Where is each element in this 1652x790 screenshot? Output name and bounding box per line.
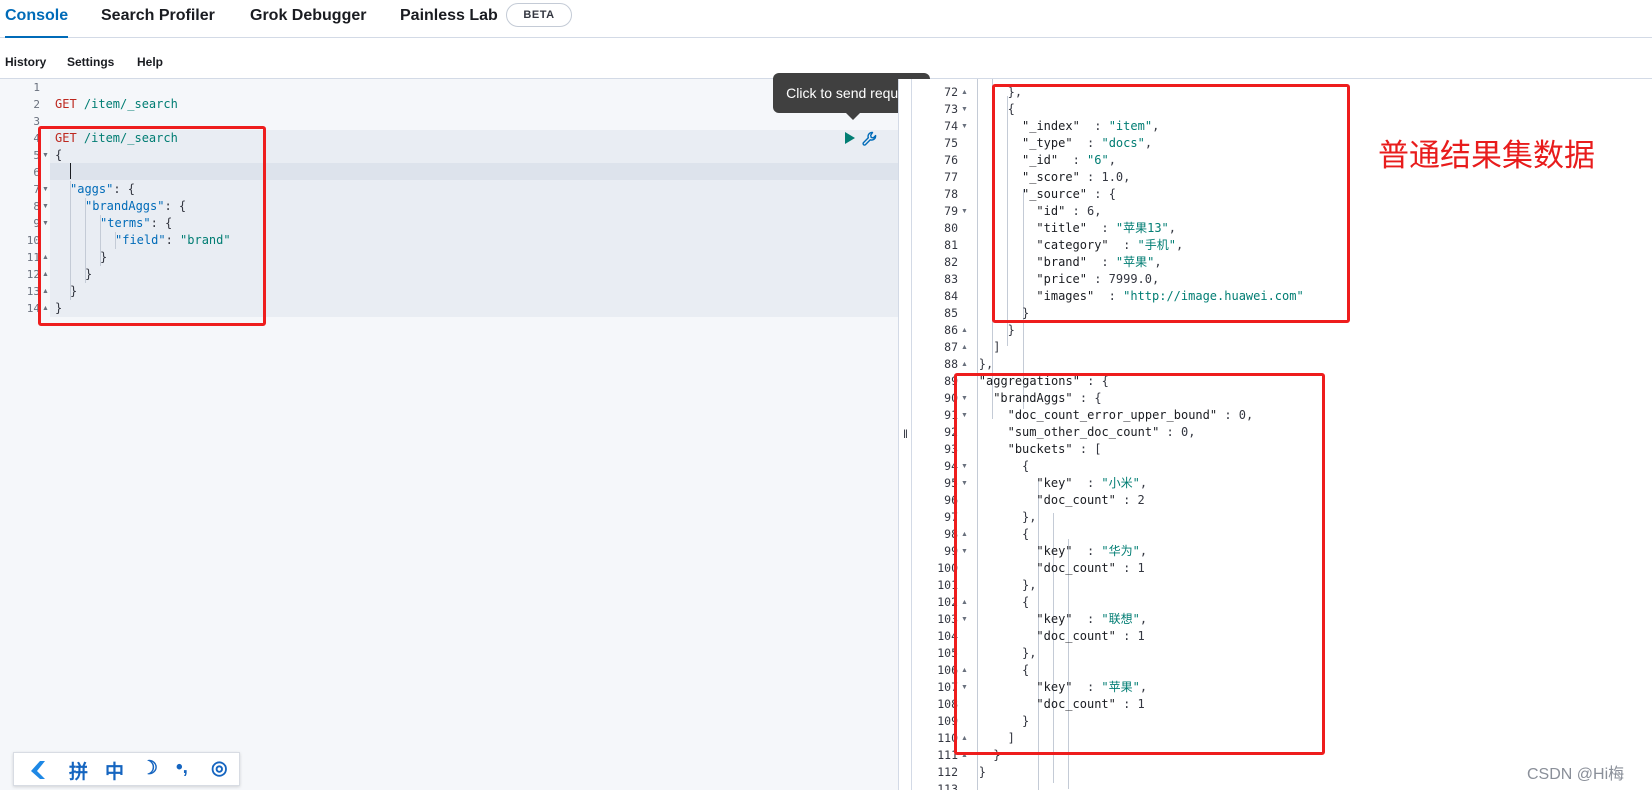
fold-open-icon[interactable]: ▼	[961, 203, 968, 220]
output-line-number: 83	[944, 272, 958, 286]
line-number: 7	[33, 183, 40, 196]
tab-console[interactable]: Console	[5, 7, 69, 38]
line-number: 11	[26, 251, 40, 264]
line-number: 4	[33, 132, 40, 145]
output-line-number: 73	[944, 102, 958, 116]
line-number: 14	[26, 302, 40, 315]
output-line-number: 89	[944, 374, 958, 388]
ime-toolbar: 拼 中 ☽ •, ◎	[13, 752, 240, 786]
ime-moon-icon[interactable]: ☽	[141, 757, 158, 780]
line-number: 6	[33, 166, 40, 179]
output-line-number: 86	[944, 323, 958, 337]
output-line-number: 98	[944, 527, 958, 541]
help-link[interactable]: Help	[137, 55, 163, 69]
line-number: 5	[33, 149, 40, 162]
output-line-number: 85	[944, 306, 958, 320]
output-line-number: 109	[937, 714, 958, 728]
line-number: 13	[26, 285, 40, 298]
line-number: 10	[26, 234, 40, 247]
output-line-number: 111	[937, 748, 958, 762]
output-line-number: 77	[944, 170, 958, 184]
output-line-number: 78	[944, 187, 958, 201]
output-line-number: 108	[937, 697, 958, 711]
ime-logo-icon[interactable]	[28, 760, 48, 780]
output-line-number: 105	[937, 646, 958, 660]
watermark: CSDN @Hi梅	[1527, 766, 1625, 783]
fold-open-icon[interactable]: ▼	[961, 118, 968, 135]
output-code-line: },	[978, 357, 994, 371]
history-link[interactable]: History	[5, 55, 46, 69]
output-line-number: 103	[937, 612, 958, 626]
line-number: 3	[33, 115, 40, 128]
output-line-number: 88	[944, 357, 958, 371]
output-line-number: 97	[944, 510, 958, 524]
code-line: GET /item/_search	[55, 96, 178, 113]
output-line-number: 113	[937, 782, 958, 790]
request-highlight-box	[38, 126, 266, 326]
aggregations-highlight-box	[954, 373, 1325, 755]
line-number: 9	[33, 217, 40, 230]
output-line-number: 74	[944, 119, 958, 133]
output-line-number: 79	[944, 204, 958, 218]
output-code-line: }	[1007, 323, 1015, 337]
play-icon[interactable]	[842, 131, 856, 145]
line-number: 12	[26, 268, 40, 281]
line-number: 8	[33, 200, 40, 213]
output-line-number: 76	[944, 153, 958, 167]
output-line-number: 107	[937, 680, 958, 694]
tab-grok-debugger[interactable]: Grok Debugger	[250, 7, 366, 31]
http-method: GET	[55, 97, 77, 111]
output-line-number: 104	[937, 629, 958, 643]
output-line-number: 82	[944, 255, 958, 269]
output-line-number: 95	[944, 476, 958, 490]
beta-badge: BETA	[506, 3, 572, 27]
output-line-number: 81	[944, 238, 958, 252]
output-line-number: 99	[944, 544, 958, 558]
fold-close-icon[interactable]: ▲	[961, 339, 968, 356]
output-line-number: 91	[944, 408, 958, 422]
output-line-number: 106	[937, 663, 958, 677]
tab-search-profiler[interactable]: Search Profiler	[101, 7, 215, 31]
output-line-number: 84	[944, 289, 958, 303]
fold-close-icon[interactable]: ▲	[961, 322, 968, 339]
line-number: 2	[33, 98, 40, 111]
output-line-number: 90	[944, 391, 958, 405]
hits-highlight-box	[992, 84, 1350, 323]
output-line-number: 80	[944, 221, 958, 235]
output-line-number: 72	[944, 85, 958, 99]
output-code-line: ]	[993, 340, 1001, 354]
panel-resizer[interactable]: ‖	[898, 79, 912, 790]
fold-open-icon[interactable]: ▼	[961, 101, 968, 118]
line-number: 1	[33, 81, 40, 94]
output-line-number: 100	[937, 561, 958, 575]
ime-punct-icon[interactable]: •,	[176, 757, 188, 779]
output-line-number: 96	[944, 493, 958, 507]
output-line-number: 87	[944, 340, 958, 354]
output-line-number: 112	[937, 765, 958, 779]
output-line-number: 110	[937, 731, 958, 745]
output-line-number: 101	[937, 578, 958, 592]
fold-close-icon[interactable]: ▲	[961, 356, 968, 373]
settings-link[interactable]: Settings	[67, 55, 114, 69]
fold-close-icon[interactable]: ▲	[961, 84, 968, 101]
output-code-line: }	[978, 765, 987, 779]
wrench-icon[interactable]	[861, 130, 879, 148]
output-line-number: 92	[944, 425, 958, 439]
annotation-label: 普通结果集数据	[1378, 138, 1595, 174]
output-line-number: 94	[944, 459, 958, 473]
ime-chinese-button[interactable]: 中	[105, 757, 124, 784]
output-line-number: 93	[944, 442, 958, 456]
app-tabs: Console Search Profiler Grok Debugger Pa…	[0, 0, 1652, 38]
tab-painless-lab[interactable]: Painless Lab	[400, 7, 498, 31]
request-path: /item/_search	[76, 97, 178, 111]
ime-pinyin-button[interactable]: 拼	[69, 757, 88, 784]
output-line-number: 102	[937, 595, 958, 609]
output-line-number: 75	[944, 136, 958, 150]
resize-grip-icon[interactable]: ‖	[903, 427, 908, 441]
ime-settings-icon[interactable]: ◎	[211, 757, 228, 780]
